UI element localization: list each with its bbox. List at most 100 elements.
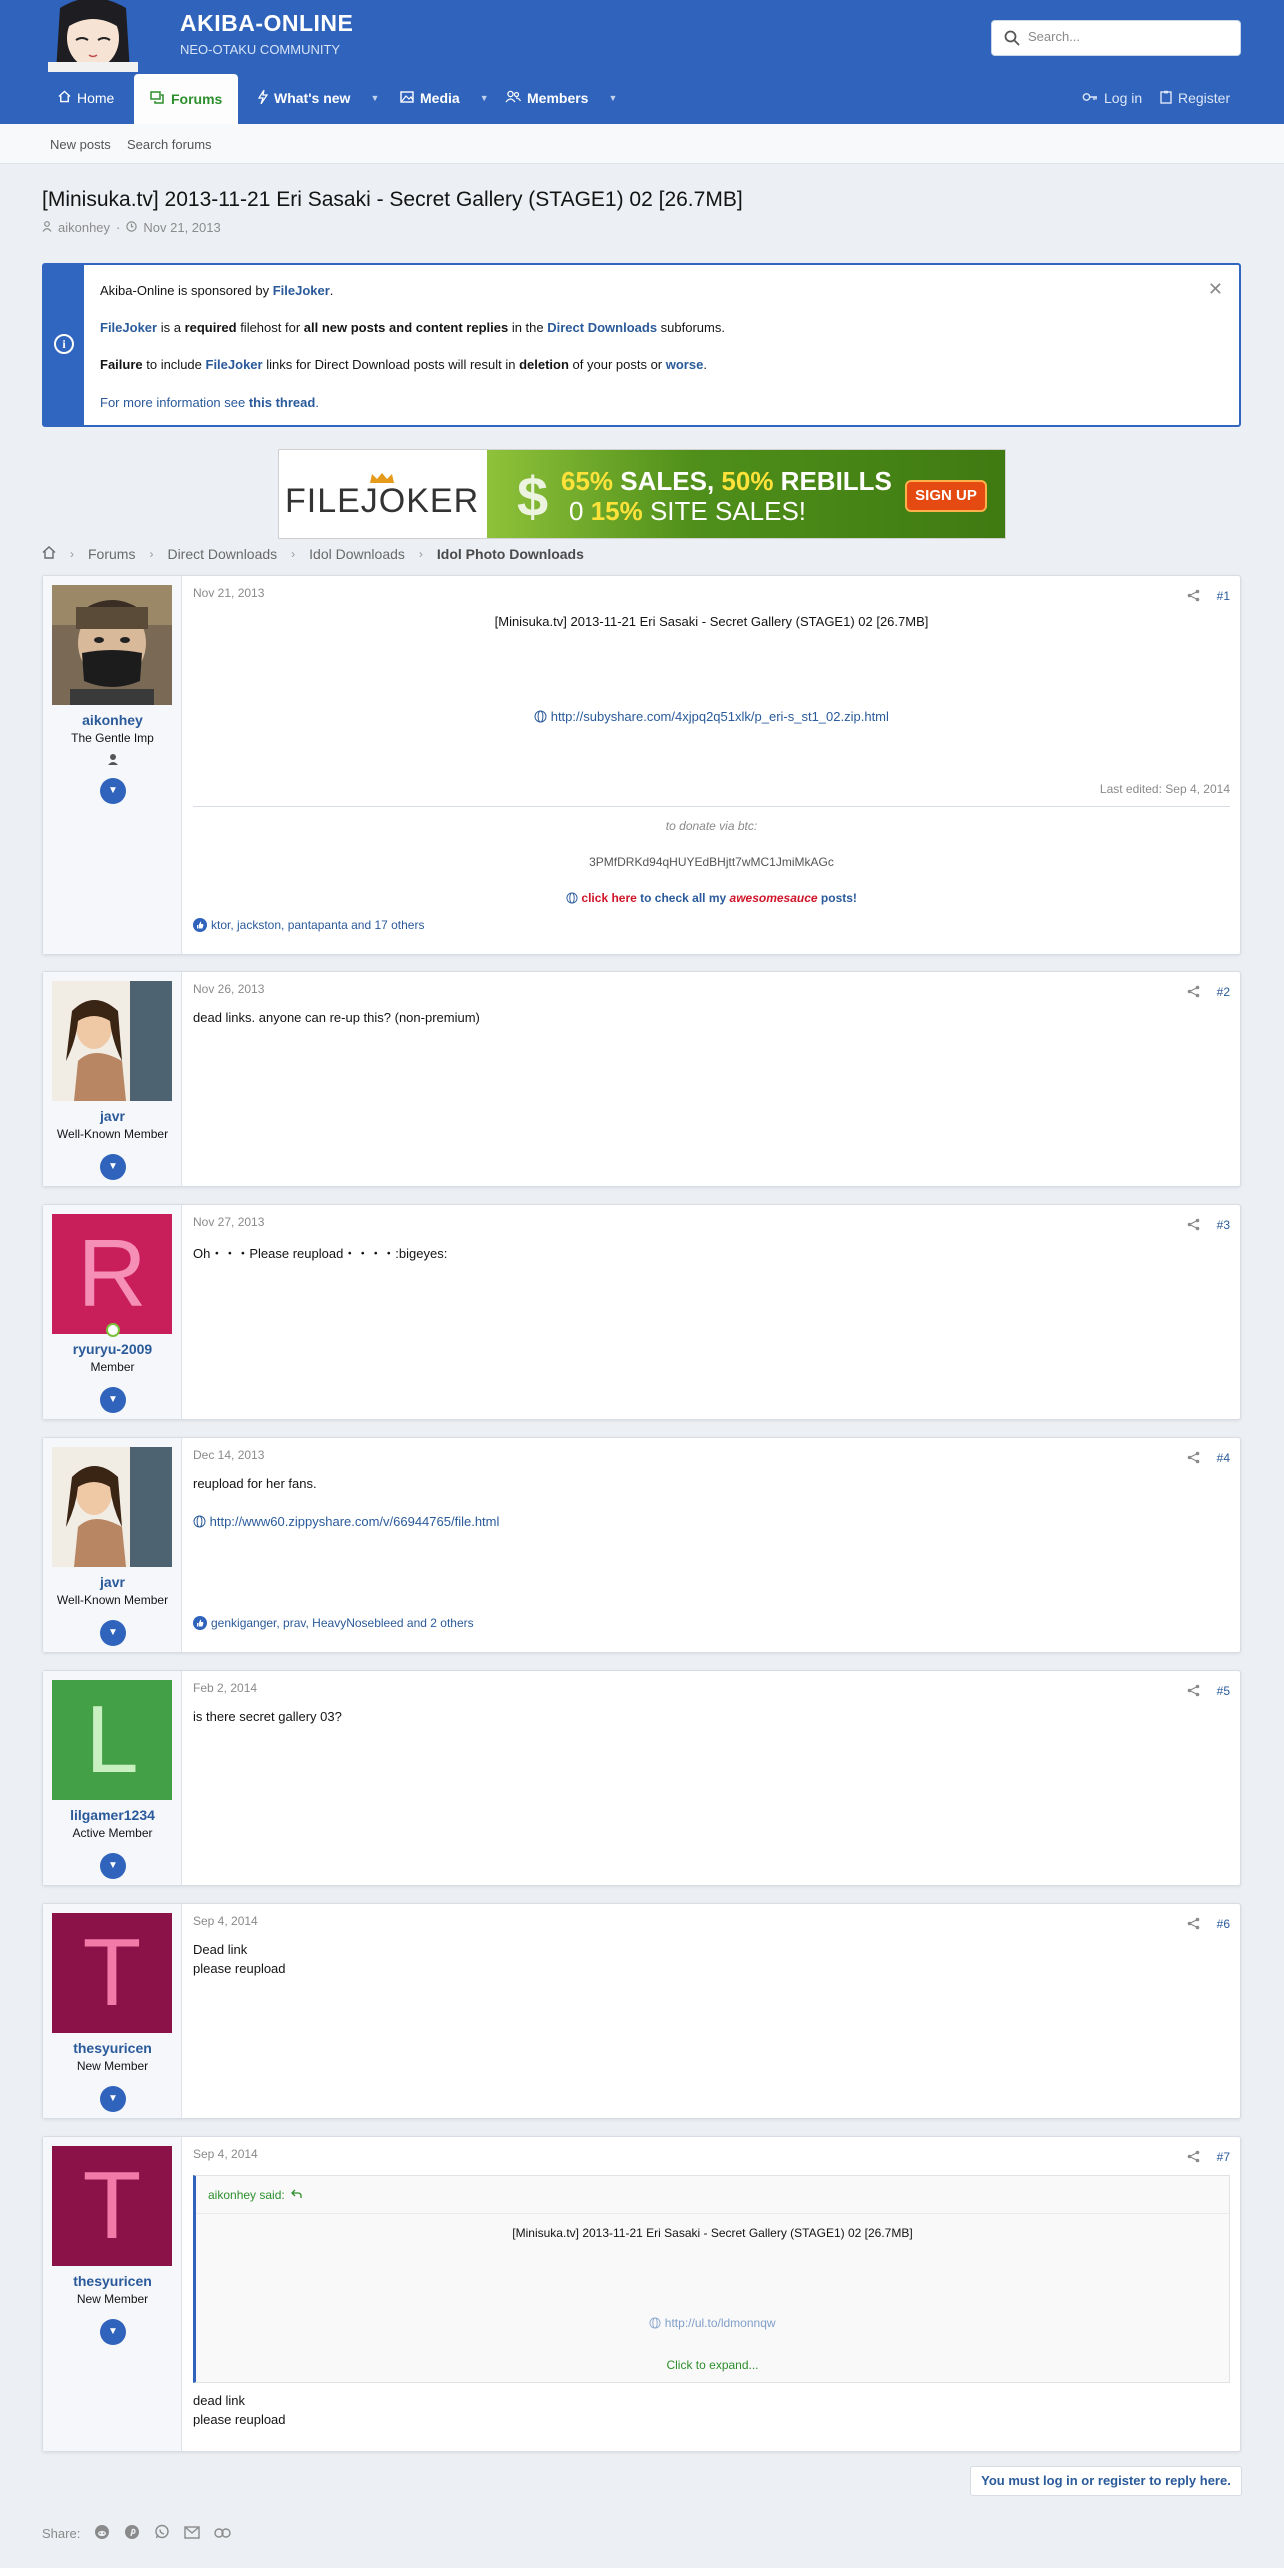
filejoker-link[interactable]: FileJoker: [273, 283, 330, 298]
new-posts-link[interactable]: New posts: [50, 137, 111, 152]
filejoker-link[interactable]: FileJoker: [206, 357, 263, 372]
username[interactable]: thesyuricen: [43, 2040, 182, 2056]
post-number[interactable]: #6: [1217, 1917, 1230, 1931]
key-icon: [1082, 90, 1098, 106]
expand-user-button[interactable]: ▼: [100, 1853, 126, 1879]
chevron-down-icon[interactable]: ▼: [370, 93, 379, 103]
nav-members[interactable]: Members ▼: [505, 72, 617, 124]
username[interactable]: thesyuricen: [43, 2273, 182, 2289]
post-number[interactable]: #7: [1217, 2150, 1230, 2164]
notice-line-1: Akiba-Online is sponsored by FileJoker.: [100, 283, 334, 298]
reactions-row[interactable]: ktor, jackston, pantapanta and 17 others: [193, 918, 424, 932]
breadcrumb-direct-downloads[interactable]: Direct Downloads: [167, 546, 277, 562]
direct-downloads-link[interactable]: Direct Downloads: [547, 320, 657, 335]
reactions-row[interactable]: genkiganger, prav, HeavyNosebleed and 2 …: [193, 1616, 474, 1630]
nav-media[interactable]: Media ▼: [400, 72, 489, 124]
post-number[interactable]: #5: [1217, 1684, 1230, 1698]
quote-link[interactable]: http://ul.to/ldmonnqw: [665, 2316, 776, 2330]
post-date[interactable]: Feb 2, 2014: [193, 1681, 257, 1695]
home-icon[interactable]: [42, 546, 56, 562]
email-icon[interactable]: [184, 2525, 201, 2542]
login-to-reply-notice[interactable]: You must log in or register to reply her…: [970, 2466, 1242, 2496]
download-link[interactable]: http://subyshare.com/4xjpq2q51xlk/p_eri-…: [551, 709, 889, 724]
share-icon[interactable]: [1187, 1684, 1200, 1700]
avatar[interactable]: [52, 1447, 172, 1567]
share-icon[interactable]: [1187, 1218, 1200, 1234]
avatar[interactable]: [52, 981, 172, 1101]
chevron-down-icon[interactable]: ▼: [480, 93, 489, 103]
site-title[interactable]: AKIBA-ONLINE: [180, 10, 353, 37]
nav-forums[interactable]: Forums: [134, 74, 239, 124]
breadcrumb-idol-downloads[interactable]: Idol Downloads: [309, 546, 405, 562]
click-to-expand[interactable]: Click to expand...: [196, 2358, 1229, 2372]
banner-signup-button[interactable]: SIGN UP: [905, 480, 987, 512]
nav-login[interactable]: Log in: [1082, 72, 1142, 124]
post-text: Oh・・・Please reupload・・・・:bigeyes:: [193, 1246, 448, 1261]
globe-icon: [534, 710, 547, 726]
post-date[interactable]: Sep 4, 2014: [193, 2147, 258, 2161]
username[interactable]: lilgamer1234: [43, 1807, 182, 1823]
nav-whats-new[interactable]: What's new ▼: [257, 72, 379, 124]
breadcrumb-idol-photo-downloads[interactable]: Idol Photo Downloads: [437, 546, 584, 562]
quote-header[interactable]: aikonhey said:: [208, 2188, 302, 2202]
post-date[interactable]: Nov 21, 2013: [193, 586, 264, 600]
post-date[interactable]: Nov 27, 2013: [193, 1215, 264, 1229]
download-link[interactable]: http://www60.zippyshare.com/v/66944765/f…: [210, 1514, 500, 1529]
thread-author[interactable]: aikonhey: [58, 220, 110, 235]
this-thread-link[interactable]: this thread: [249, 395, 315, 410]
chevron-down-icon[interactable]: ▼: [608, 93, 617, 103]
post-number[interactable]: #4: [1217, 1451, 1230, 1465]
filejoker-link[interactable]: FileJoker: [100, 320, 157, 335]
share-label: Share:: [42, 2526, 81, 2541]
link-icon[interactable]: [214, 2526, 232, 2541]
expand-user-button[interactable]: ▼: [100, 2319, 126, 2345]
avatar[interactable]: L: [52, 1680, 172, 1800]
breadcrumb-forums[interactable]: Forums: [88, 546, 135, 562]
username[interactable]: ryuryu-2009: [43, 1341, 182, 1357]
post-user-panel: T thesyuricen New Member ▼: [43, 1904, 182, 2118]
nav-forums-label: Forums: [171, 91, 223, 107]
forums-icon: [150, 90, 165, 108]
nav-home[interactable]: Home: [58, 72, 114, 124]
nav-register[interactable]: Register: [1160, 72, 1230, 124]
search-forums-link[interactable]: Search forums: [127, 137, 212, 152]
expand-user-button[interactable]: ▼: [100, 1154, 126, 1180]
post-date[interactable]: Dec 14, 2013: [193, 1448, 264, 1462]
search-icon: [1004, 30, 1020, 49]
post-number[interactable]: #1: [1217, 589, 1230, 603]
post-number[interactable]: #3: [1217, 1218, 1230, 1232]
share-icon[interactable]: [1187, 1451, 1200, 1467]
dollar-icon: $: [517, 465, 549, 528]
username[interactable]: javr: [43, 1108, 182, 1124]
close-icon[interactable]: ✕: [1208, 279, 1223, 300]
username[interactable]: javr: [43, 1574, 182, 1590]
logo-mascot[interactable]: [42, 0, 142, 72]
expand-user-button[interactable]: ▼: [100, 778, 126, 804]
thread-date[interactable]: Nov 21, 2013: [143, 220, 220, 235]
worse-link[interactable]: worse: [666, 357, 704, 372]
search-input[interactable]: [1028, 29, 1228, 44]
post-number[interactable]: #2: [1217, 985, 1230, 999]
whatsapp-icon[interactable]: [154, 2524, 170, 2543]
avatar-letter: T: [82, 1919, 142, 2026]
filejoker-banner[interactable]: FILEJOKER $ 65% SALES, 50% REBILLS 0 15%…: [278, 449, 1006, 539]
expand-user-button[interactable]: ▼: [100, 1620, 126, 1646]
post-date[interactable]: Nov 26, 2013: [193, 982, 264, 996]
share-icon[interactable]: [1187, 985, 1200, 1001]
username[interactable]: aikonhey: [43, 712, 182, 728]
avatar[interactable]: T: [52, 2146, 172, 2266]
post-date[interactable]: Sep 4, 2014: [193, 1914, 258, 1928]
reddit-icon[interactable]: [94, 2524, 110, 2543]
nav-login-label: Log in: [1104, 90, 1143, 106]
expand-user-button[interactable]: ▼: [100, 2086, 126, 2112]
click-here-link[interactable]: click here: [581, 891, 636, 905]
avatar[interactable]: T: [52, 1913, 172, 2033]
avatar[interactable]: R: [52, 1214, 172, 1334]
avatar[interactable]: [52, 585, 172, 705]
share-icon[interactable]: [1187, 2150, 1200, 2166]
search-box[interactable]: [991, 20, 1241, 56]
share-icon[interactable]: [1187, 589, 1200, 605]
share-icon[interactable]: [1187, 1917, 1200, 1933]
expand-user-button[interactable]: ▼: [100, 1387, 126, 1413]
pinterest-icon[interactable]: [124, 2524, 140, 2543]
